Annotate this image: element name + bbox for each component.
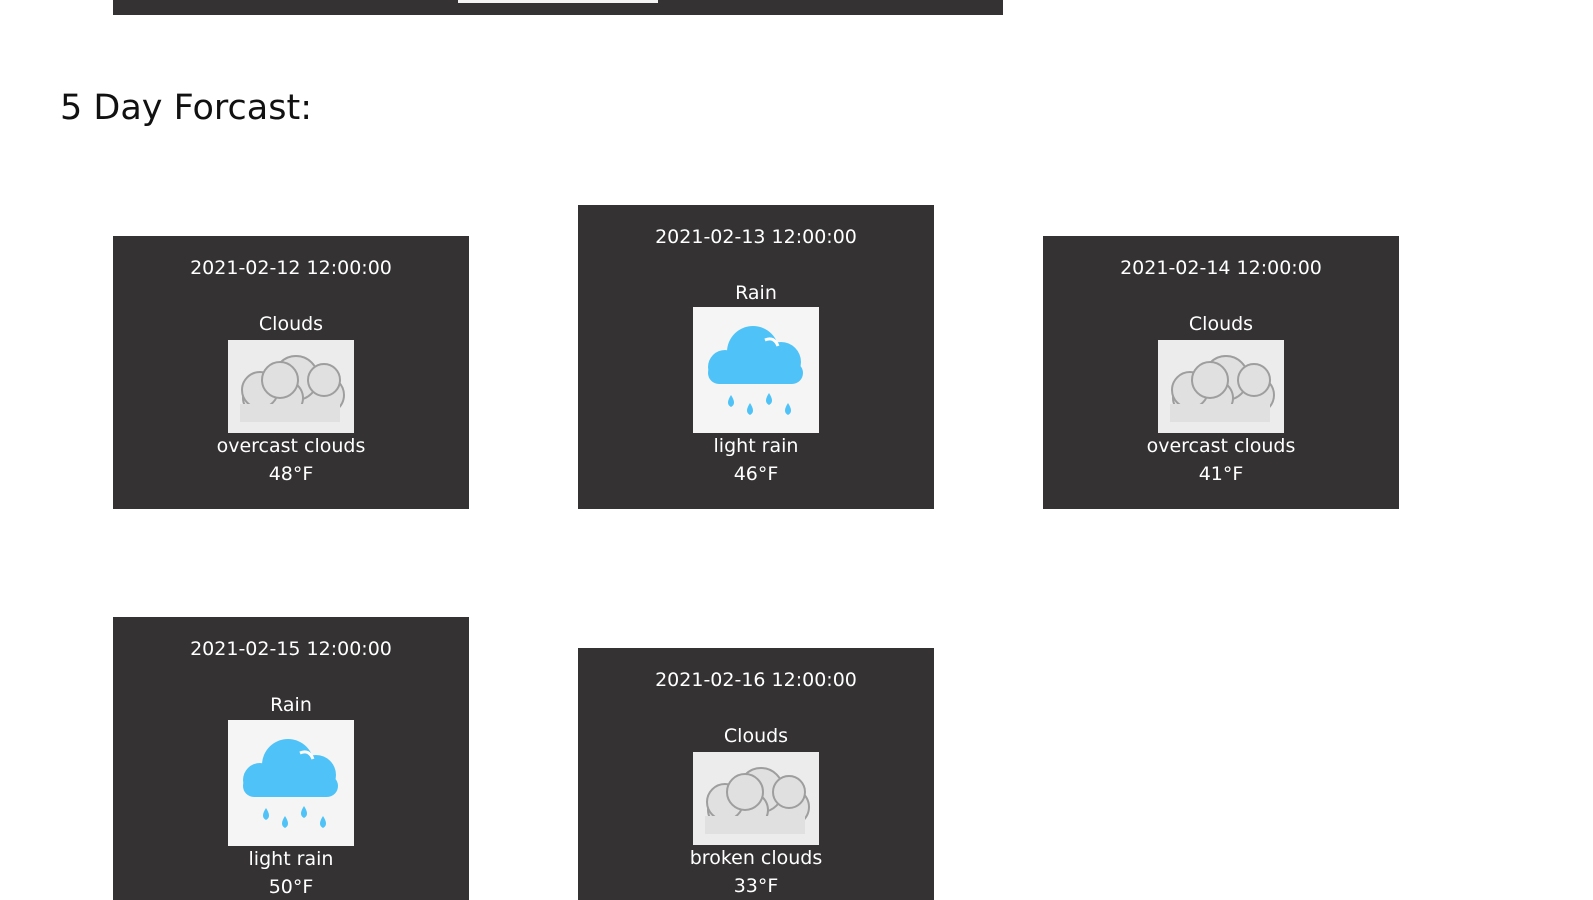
forecast-condition: Rain — [735, 282, 777, 304]
forecast-card: 2021-02-15 12:00:00 Rain light rain 50°F — [113, 617, 469, 900]
search-input-edge[interactable] — [458, 0, 658, 3]
forecast-temperature: 48°F — [268, 463, 314, 485]
overcast-clouds-icon — [228, 340, 354, 433]
forecast-date: 2021-02-13 12:00:00 — [655, 226, 857, 248]
forecast-temperature: 46°F — [733, 463, 779, 485]
light-rain-icon — [228, 720, 354, 846]
forecast-condition: Clouds — [1188, 313, 1254, 335]
forecast-date: 2021-02-12 12:00:00 — [190, 257, 392, 279]
forecast-temperature: 50°F — [268, 876, 314, 898]
overcast-clouds-icon — [1158, 340, 1284, 433]
forecast-condition: Rain — [270, 694, 312, 716]
forecast-temperature: 33°F — [733, 875, 779, 897]
search-panel-bottom — [113, 0, 1003, 15]
forecast-description: broken clouds — [689, 847, 823, 869]
forecast-card: 2021-02-13 12:00:00 Rain light rain 46°F — [578, 205, 934, 509]
forecast-date: 2021-02-16 12:00:00 — [655, 669, 857, 691]
forecast-description: overcast clouds — [1146, 435, 1296, 457]
forecast-card: 2021-02-14 12:00:00 Clouds overcast clou… — [1043, 236, 1399, 509]
forecast-description: overcast clouds — [216, 435, 366, 457]
forecast-temperature: 41°F — [1198, 463, 1244, 485]
forecast-heading: 5 Day Forcast: — [60, 88, 312, 128]
forecast-date: 2021-02-15 12:00:00 — [190, 638, 392, 660]
broken-clouds-icon — [693, 752, 819, 845]
forecast-condition: Clouds — [258, 313, 324, 335]
forecast-card: 2021-02-12 12:00:00 Clouds overcast clou… — [113, 236, 469, 509]
forecast-condition: Clouds — [723, 725, 789, 747]
forecast-description: light rain — [713, 435, 799, 457]
light-rain-icon — [693, 307, 819, 433]
forecast-date: 2021-02-14 12:00:00 — [1120, 257, 1322, 279]
forecast-card: 2021-02-16 12:00:00 Clouds broken clouds… — [578, 648, 934, 900]
forecast-description: light rain — [248, 848, 334, 870]
